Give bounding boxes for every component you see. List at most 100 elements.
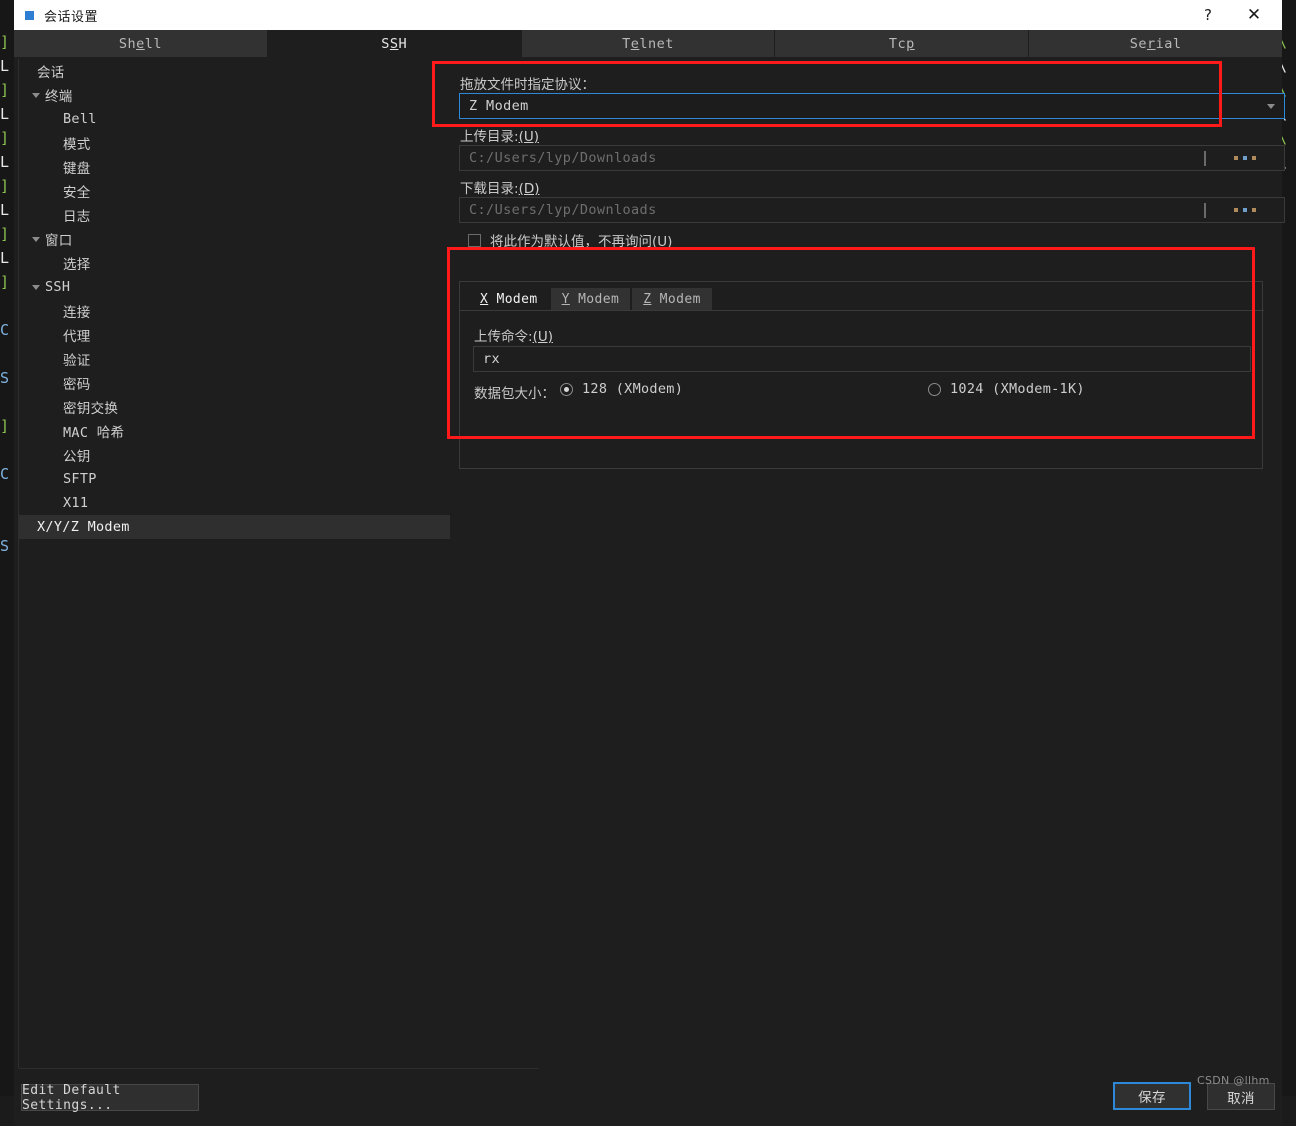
tab-label: Telnet <box>622 36 674 52</box>
sidebar-item-label: Bell <box>63 111 97 127</box>
watermark: CSDN @llhm <box>1197 1074 1270 1087</box>
sidebar-item-label: 密钥交换 <box>63 397 118 417</box>
sidebar-item-14[interactable]: 密钥交换 <box>19 395 450 419</box>
edit-default-settings-button[interactable]: Edit Default Settings... <box>21 1084 199 1111</box>
sidebar-item-16[interactable]: 公钥 <box>19 443 450 467</box>
settings-tree[interactable]: 会话终端 Bell 模式键盘安全日志窗口选择 SSH 连接代理验证密码密钥交换 MAC 哈… <box>18 59 450 1068</box>
upload-dir-input[interactable]: C:/Users/lyp/Downloads <box>459 145 1285 171</box>
sidebar-item-5[interactable]: 安全 <box>19 179 450 203</box>
sidebar-item-label: 选择 <box>63 253 91 273</box>
protocol-label: 拖放文件时指定协议： <box>460 73 595 93</box>
sidebar-item-8[interactable]: 选择 <box>19 251 450 275</box>
cancel-button[interactable]: 取消 <box>1207 1083 1275 1110</box>
sidebar-item-label: 窗口 <box>45 229 73 249</box>
xyz-modem-panel: 拖放文件时指定协议： Z Modem 上传目录:(U) C:/Users/lyp… <box>454 59 1278 1068</box>
title-bar: 会话设置 ? ✕ <box>14 0 1282 30</box>
footer-divider <box>19 1068 539 1069</box>
upload-dir-browse-button[interactable] <box>1234 156 1256 160</box>
modem-tabs: X Modem Y Modem Z Modem <box>469 288 714 311</box>
sidebar-item-19[interactable]: X/Y/Z Modem <box>19 515 450 539</box>
sidebar-item-9[interactable]: SSH <box>19 275 450 299</box>
modem-tab-label: X Modem <box>480 292 538 307</box>
sidebar-item-label: 代理 <box>63 325 91 345</box>
protocol-combobox-value: Z Modem <box>469 98 529 114</box>
download-dir-input[interactable]: C:/Users/lyp/Downloads <box>459 197 1285 223</box>
sidebar-item-label: SFTP <box>63 471 97 487</box>
download-dir-caret-separator <box>1204 203 1206 218</box>
tab-shell[interactable]: Shell <box>14 30 268 57</box>
sidebar-item-2[interactable]: Bell <box>19 107 450 131</box>
packet-size-1024-label: 1024 (XModem-1K) <box>950 381 1085 397</box>
sidebar-item-label: SSH <box>45 279 70 295</box>
chevron-down-icon[interactable] <box>27 237 45 242</box>
help-button[interactable]: ? <box>1188 0 1228 30</box>
modem-tab-x-modem[interactable]: X Modem <box>469 288 549 311</box>
sidebar-item-3[interactable]: 模式 <box>19 131 450 155</box>
sidebar-item-label: 会话 <box>37 61 65 81</box>
modem-tab-label: Z Modem <box>643 292 701 307</box>
sidebar-item-label: X/Y/Z Modem <box>37 519 130 535</box>
sidebar-item-label: 安全 <box>63 181 91 201</box>
sidebar-item-6[interactable]: 日志 <box>19 203 450 227</box>
sidebar-item-0[interactable]: 会话 <box>19 59 450 83</box>
radio-1024-icon[interactable] <box>928 383 941 396</box>
chevron-down-icon[interactable] <box>27 285 45 290</box>
tab-telnet[interactable]: Telnet <box>522 30 776 57</box>
sidebar-item-label: 日志 <box>63 205 91 225</box>
save-button[interactable]: 保存 <box>1113 1082 1191 1110</box>
tab-label: Serial <box>1130 36 1182 52</box>
sidebar-item-17[interactable]: SFTP <box>19 467 450 491</box>
dialog-body: Shell SSH Telnet Tcp Serial 会话终端 Bell 模式键盘安全日志… <box>14 30 1282 1096</box>
modem-tabs-underline <box>460 310 1264 311</box>
sidebar-item-label: 键盘 <box>63 157 91 177</box>
sidebar-item-label: X11 <box>63 495 88 511</box>
packet-size-label: 数据包大小： <box>474 382 555 402</box>
upload-command-input[interactable]: rx <box>473 346 1251 372</box>
download-dir-label: 下载目录:(D) <box>460 177 540 197</box>
upload-dir-placeholder: C:/Users/lyp/Downloads <box>469 150 657 166</box>
default-value-checkbox-label: 将此作为默认值，不再询问(U) <box>490 230 672 250</box>
packet-size-128-label: 128 (XModem) <box>582 381 683 397</box>
download-dir-browse-button[interactable] <box>1234 208 1256 212</box>
modem-group-box: X ModemY ModemZ Modem 上传命令:(U) rx 数据包大小：… <box>459 281 1263 469</box>
radio-128-icon[interactable] <box>560 383 573 396</box>
sidebar-item-11[interactable]: 代理 <box>19 323 450 347</box>
sidebar-item-4[interactable]: 键盘 <box>19 155 450 179</box>
chevron-down-icon <box>1267 104 1275 109</box>
tab-ssh[interactable]: SSH <box>268 30 522 57</box>
upload-dir-caret-separator <box>1204 151 1206 166</box>
protocol-combobox[interactable]: Z Modem <box>459 93 1285 119</box>
packet-size-option-128[interactable]: 128 (XModem) <box>560 381 683 397</box>
sidebar-item-1[interactable]: 终端 <box>19 83 450 107</box>
modem-tab-y-modem[interactable]: Y Modem <box>551 288 631 311</box>
sidebar-item-label: 密码 <box>63 373 91 393</box>
chevron-down-icon[interactable] <box>27 93 45 98</box>
sidebar-item-18[interactable]: X11 <box>19 491 450 515</box>
sidebar-item-label: MAC 哈希 <box>63 421 124 441</box>
tab-serial[interactable]: Serial <box>1029 30 1282 57</box>
sidebar-item-label: 验证 <box>63 349 91 369</box>
sidebar-item-label: 终端 <box>45 85 73 105</box>
app-square-icon <box>25 11 34 20</box>
dialog-footer: Edit Default Settings... 保存 取消 <box>14 1068 1282 1126</box>
window-title: 会话设置 <box>44 6 98 25</box>
session-settings-dialog: 会话设置 ? ✕ Shell SSH Telnet Tcp Serial 会话终端 Bel… <box>14 0 1282 1096</box>
modem-tab-label: Y Modem <box>562 292 620 307</box>
sidebar-item-label: 公钥 <box>63 445 91 465</box>
close-icon[interactable]: ✕ <box>1234 0 1274 30</box>
upload-command-value: rx <box>483 351 500 367</box>
default-value-checkbox-row[interactable]: 将此作为默认值，不再询问(U) <box>468 230 672 250</box>
sidebar-item-12[interactable]: 验证 <box>19 347 450 371</box>
sidebar-item-13[interactable]: 密码 <box>19 371 450 395</box>
upload-dir-label: 上传目录:(U) <box>460 125 539 145</box>
sidebar-item-15[interactable]: MAC 哈希 <box>19 419 450 443</box>
protocol-tabs: Shell SSH Telnet Tcp Serial <box>14 30 1282 57</box>
modem-tab-z-modem[interactable]: Z Modem <box>632 288 712 311</box>
packet-size-option-1024[interactable]: 1024 (XModem-1K) <box>928 381 1085 397</box>
tab-label: Shell <box>119 36 162 52</box>
sidebar-item-7[interactable]: 窗口 <box>19 227 450 251</box>
tab-label: SSH <box>381 36 407 52</box>
default-value-checkbox[interactable] <box>468 234 481 247</box>
tab-tcp[interactable]: Tcp <box>775 30 1029 57</box>
sidebar-item-10[interactable]: 连接 <box>19 299 450 323</box>
